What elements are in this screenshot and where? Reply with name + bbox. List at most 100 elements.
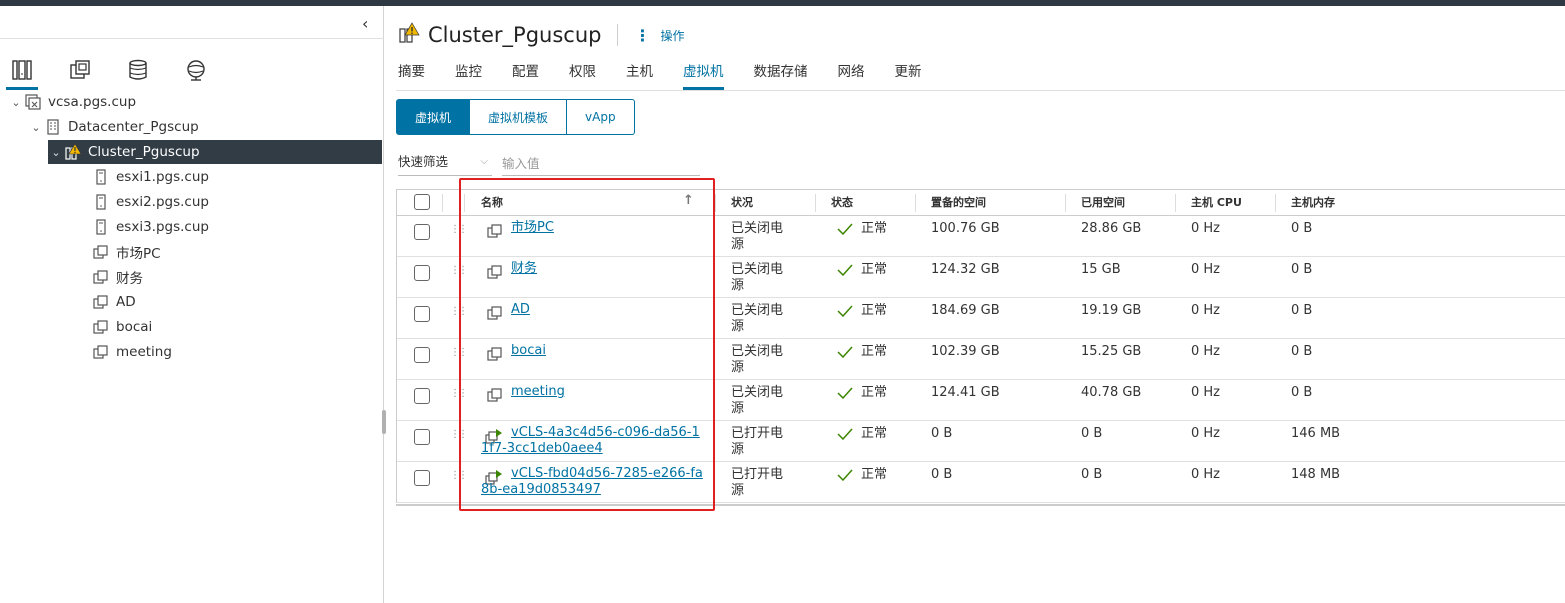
column-header-used[interactable]: 已用空间 — [1081, 195, 1125, 211]
column-header-host-mem[interactable]: 主机内存 — [1291, 195, 1335, 211]
tab-updates[interactable]: 更新 — [895, 62, 922, 90]
vm-icon — [487, 223, 503, 244]
tree-node-host[interactable]: esxi1.pgs.cup — [92, 165, 209, 189]
tree-node-label: esxi2.pgs.cup — [116, 194, 209, 210]
tab-permissions[interactable]: 权限 — [569, 62, 596, 90]
sort-ascending-icon[interactable]: ↑ — [683, 193, 694, 209]
table-row[interactable]: ⋮⋮ vCLS-4a3c4d56-c096-da56-11f7-3cc1deb0a… — [397, 421, 1565, 462]
vm-name-link[interactable]: meeting — [511, 384, 707, 400]
row-checkbox[interactable] — [414, 224, 430, 240]
drag-handle-icon[interactable]: ⋮⋮ — [450, 224, 468, 235]
filter-input[interactable] — [502, 152, 700, 176]
vm-host-cpu: 0 Hz — [1191, 221, 1221, 236]
chevron-down-icon[interactable]: ⌄ — [48, 146, 64, 159]
column-separator[interactable] — [815, 194, 816, 212]
vm-icon — [487, 387, 503, 408]
table-row[interactable]: ⋮⋮ AD 已关闭电源 正常 184.69 GB 19.19 GB 0 Hz 0 B — [397, 298, 1565, 339]
table-row[interactable]: ⋮⋮ 市场PC 已关闭电源 正常 100.76 GB 28.86 GB 0 Hz 0 B — [397, 216, 1565, 257]
tree-node-vm[interactable]: 市场PC — [92, 240, 161, 264]
actions-menu-button[interactable]: ⋮ 操作 — [634, 26, 684, 45]
table-row[interactable]: ⋮⋮ 财务 已关闭电源 正常 124.32 GB 15 GB 0 Hz 0 B — [397, 257, 1565, 298]
host-icon — [92, 168, 110, 186]
tab-vms[interactable]: 虚拟机 — [683, 62, 724, 90]
vm-name-link[interactable]: bocai — [511, 343, 707, 359]
table-row[interactable]: ⋮⋮ meeting 已关闭电源 正常 124.41 GB 40.78 GB 0 Hz 0 B — [397, 380, 1565, 421]
collapse-panel-icon[interactable]: ‹ — [362, 16, 378, 32]
storage-view-icon[interactable] — [118, 52, 158, 88]
hosts-clusters-view-icon[interactable] — [2, 52, 42, 90]
select-all-checkbox[interactable] — [414, 194, 430, 210]
row-checkbox[interactable] — [414, 429, 430, 445]
vm-name-link[interactable]: vCLS-4a3c4d56-c096-da56-11f7-3cc1deb0aee… — [481, 425, 707, 457]
vms-templates-view-icon[interactable] — [60, 52, 100, 88]
tab-datastores[interactable]: 数据存储 — [754, 62, 808, 90]
networking-view-icon[interactable] — [176, 52, 216, 88]
vm-name-link[interactable]: vCLS-fbd04d56-7285-e266-fa8b-ea19d085349… — [481, 466, 707, 498]
tree-node-vm[interactable]: bocai — [92, 315, 152, 339]
row-checkbox[interactable] — [414, 306, 430, 322]
vm-host-memory: 0 B — [1291, 385, 1313, 400]
drag-handle-icon[interactable]: ⋮⋮ — [450, 306, 468, 317]
vm-icon — [487, 305, 503, 326]
more-vertical-icon: ⋮ — [634, 25, 651, 45]
quick-filter-select[interactable]: 快速筛选 ⌵ — [398, 152, 492, 176]
drag-handle-icon[interactable]: ⋮⋮ — [450, 470, 468, 481]
tree-node-label: esxi3.pgs.cup — [116, 219, 209, 235]
vm-host-memory: 0 B — [1291, 344, 1313, 359]
column-separator[interactable] — [1275, 194, 1276, 212]
tree-node-vm[interactable]: meeting — [92, 340, 172, 364]
drag-handle-icon[interactable]: ⋮⋮ — [450, 265, 468, 276]
vm-used-space: 28.86 GB — [1081, 221, 1142, 236]
column-separator[interactable] — [715, 194, 716, 212]
row-checkbox[interactable] — [414, 388, 430, 404]
column-separator — [464, 194, 465, 212]
vm-status: 正常 — [861, 262, 888, 277]
tree-node-label: 财务 — [116, 271, 143, 287]
vm-name-link[interactable]: 财务 — [511, 261, 707, 277]
column-separator[interactable] — [915, 194, 916, 212]
subtab-vms[interactable]: 虚拟机 — [396, 99, 471, 135]
cluster-warning-icon — [64, 143, 82, 161]
column-header-status[interactable]: 状态 — [831, 195, 853, 211]
drag-handle-icon[interactable]: ⋮⋮ — [450, 429, 468, 440]
tree-node-datacenter[interactable]: ⌄ Datacenter_Pgscup — [28, 115, 378, 139]
row-checkbox[interactable] — [414, 347, 430, 363]
vm-name-link[interactable]: 市场PC — [511, 220, 707, 236]
subtab-vm-templates[interactable]: 虚拟机模板 — [470, 99, 568, 135]
tree-node-label: bocai — [116, 319, 153, 335]
tree-node-label: vcsa.pgs.cup — [48, 94, 137, 110]
tab-configure[interactable]: 配置 — [512, 62, 539, 90]
subtab-vapp[interactable]: vApp — [567, 99, 635, 135]
row-checkbox[interactable] — [414, 470, 430, 486]
tree-node-host[interactable]: esxi3.pgs.cup — [92, 215, 209, 239]
tree-node-host[interactable]: esxi2.pgs.cup — [92, 190, 209, 214]
table-row[interactable]: ⋮⋮ bocai 已关闭电源 正常 102.39 GB 15.25 GB 0 Hz 0 B — [397, 339, 1565, 380]
tree-node-cluster[interactable]: ⌄ Cluster_Pguscup — [48, 140, 382, 164]
column-separator[interactable] — [1065, 194, 1066, 212]
tree-node-vm[interactable]: 财务 — [92, 265, 143, 289]
tab-hosts[interactable]: 主机 — [626, 62, 653, 90]
column-header-host-cpu[interactable]: 主机 CPU — [1191, 195, 1242, 211]
vm-host-cpu: 0 Hz — [1191, 344, 1221, 359]
column-header-name[interactable]: 名称 — [481, 195, 503, 211]
tree-node-vcenter[interactable]: ⌄ vcsa.pgs.cup — [8, 90, 378, 114]
column-header-condition[interactable]: 状况 — [731, 195, 753, 211]
column-separator[interactable] — [1175, 194, 1176, 212]
host-icon — [92, 193, 110, 211]
tab-summary[interactable]: 摘要 — [398, 62, 425, 90]
quick-filter: 快速筛选 ⌵ — [398, 152, 700, 176]
drag-handle-icon[interactable]: ⋮⋮ — [450, 388, 468, 399]
tab-monitor[interactable]: 监控 — [455, 62, 482, 90]
vm-name-link[interactable]: AD — [511, 302, 707, 318]
table-row[interactable]: ⋮⋮ vCLS-fbd04d56-7285-e266-fa8b-ea19d0853… — [397, 462, 1565, 503]
check-icon — [837, 264, 853, 281]
vm-condition: 已打开电源 — [731, 426, 784, 457]
chevron-down-icon[interactable]: ⌄ — [8, 96, 24, 109]
drag-handle-icon[interactable]: ⋮⋮ — [450, 347, 468, 358]
tab-networks[interactable]: 网络 — [838, 62, 865, 90]
row-checkbox[interactable] — [414, 265, 430, 281]
column-header-provisioned[interactable]: 置备的空间 — [931, 195, 986, 211]
vm-status: 正常 — [861, 221, 888, 236]
chevron-down-icon[interactable]: ⌄ — [28, 121, 44, 134]
tree-node-vm[interactable]: AD — [92, 290, 136, 314]
